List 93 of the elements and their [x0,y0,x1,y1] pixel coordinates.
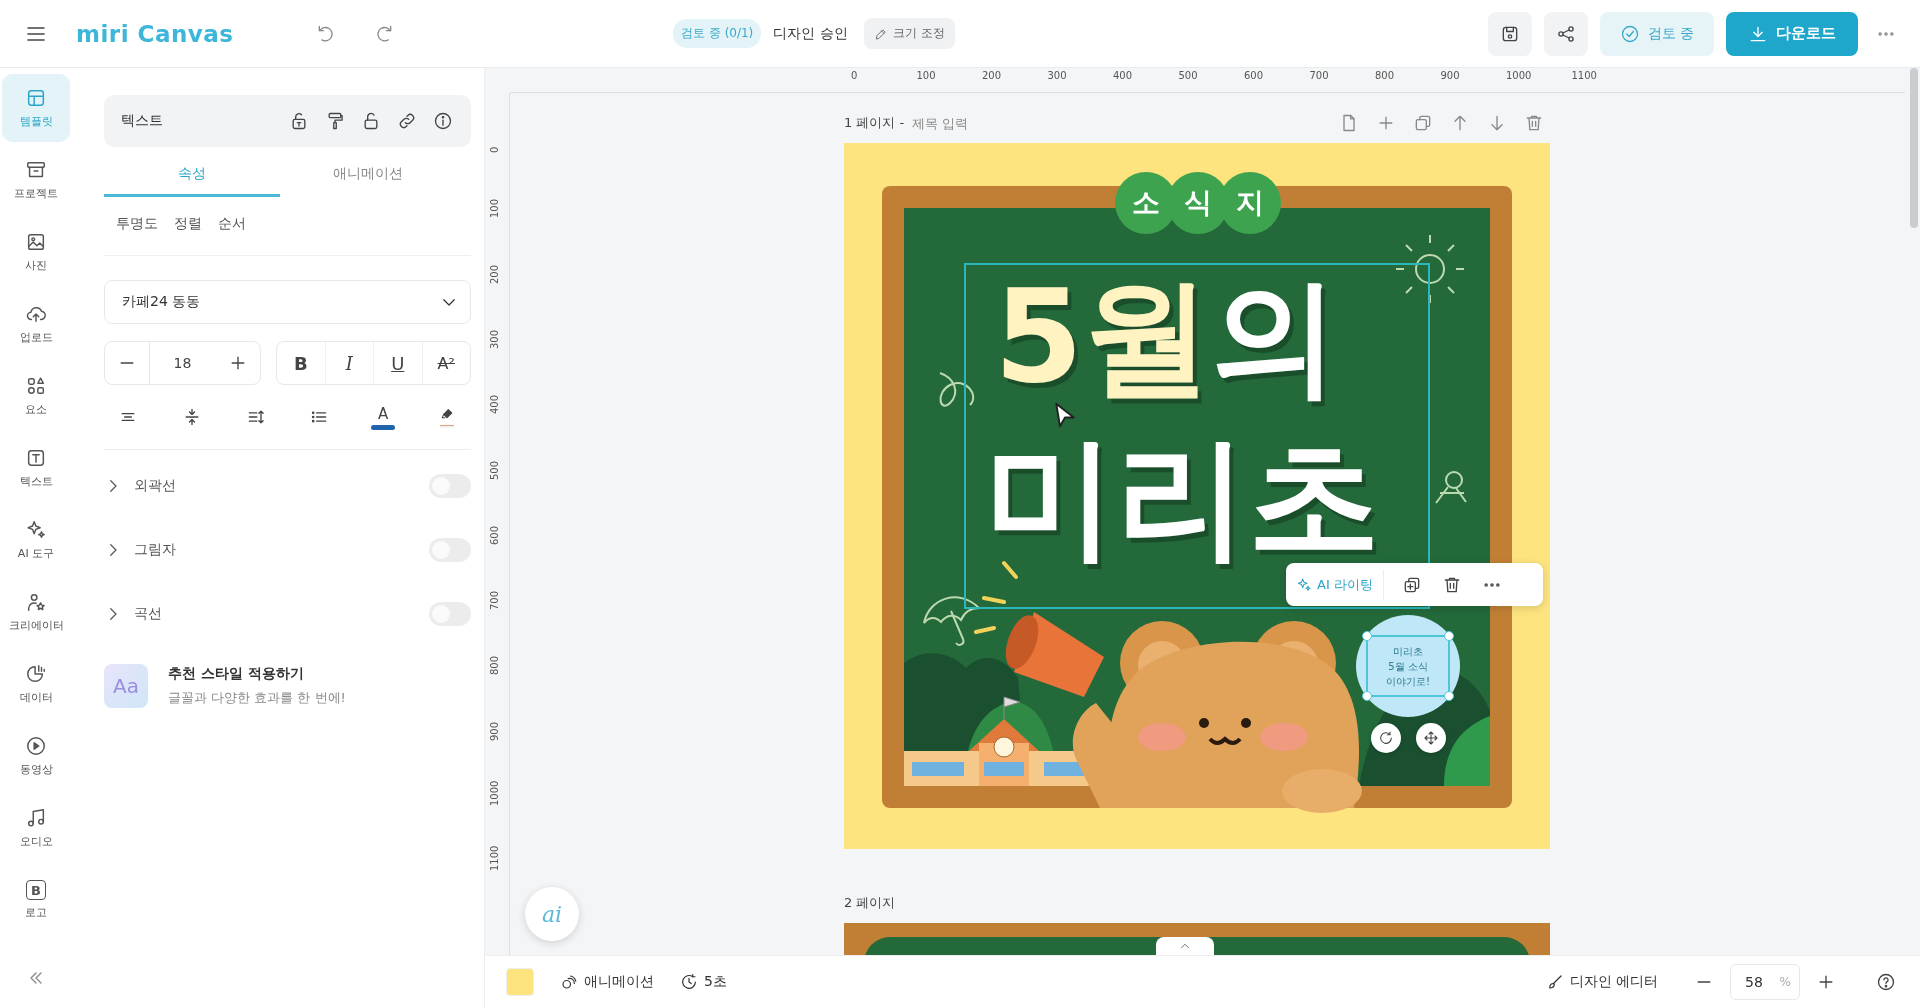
review-status-badge: 검토 중 (0/1) [673,19,762,48]
image-icon [25,231,47,253]
recommend-description: 글꼴과 다양한 효과를 한 번에! [168,689,346,707]
animation-button[interactable]: 애니메이션 [560,973,654,991]
rail-item[interactable]: 요소 [2,362,70,430]
sun-doodle-drawing [1395,234,1465,304]
ruler-label: 300 [1047,70,1067,81]
resize-button[interactable]: 크기 조정 [863,18,955,49]
doodle-drawing [1435,471,1467,504]
resize-handle[interactable] [1444,691,1454,701]
ruler-label: 500 [489,460,500,480]
rail-item[interactable]: 크리에이터 [2,578,70,646]
ruler-label: 800 [489,656,500,676]
page-label: 2 페이지 [844,894,896,912]
rail-item[interactable]: AI 도구 [2,506,70,574]
ruler-label: 1000 [489,780,500,806]
scrollbar-thumb[interactable] [1910,68,1918,228]
ruler-label: 100 [916,70,936,81]
duration-button[interactable]: 5초 [680,973,727,991]
effect-expander[interactable]: 외곽선 [104,477,176,495]
effect-expander[interactable]: 그림자 [104,541,176,559]
clock-icon [680,973,698,991]
rail-item[interactable]: 텍스트 [2,434,70,502]
format-button[interactable]: U [373,342,422,384]
selection-box[interactable] [964,263,1430,609]
element-type-label: 텍스트 [121,112,163,130]
ruler-label: 600 [1244,70,1264,81]
subtab-button[interactable]: 투명도 [116,211,158,237]
rail-item[interactable]: 동영상 [2,722,70,790]
ruler-label: 700 [1309,70,1329,81]
ruler-label: 700 [489,591,500,611]
layout-icon [25,87,47,109]
page-label: 1 페이지 - [844,114,905,132]
music-note-icon [25,807,47,829]
pie-chart-icon [25,663,47,685]
resize-handle[interactable] [1362,691,1372,701]
resize-handle[interactable] [1444,631,1454,641]
ruler-label: 200 [489,264,500,284]
shapes-icon [25,375,47,397]
subtab-button[interactable]: 정렬 [174,211,202,237]
sparkle-icon [25,519,47,541]
ruler-label: 400 [489,395,500,415]
font-size-stepper[interactable]: 18 [104,341,261,385]
person-star-icon [25,591,47,613]
format-button[interactable]: I [324,342,373,384]
ruler-label: 1100 [489,845,500,872]
animation-icon [560,973,578,991]
ruler-label: 600 [489,525,500,545]
resize-handle[interactable] [1362,631,1372,641]
expand-tab[interactable] [1156,937,1214,955]
ruler-label: 900 [1440,70,1460,81]
rail-item[interactable]: 프로젝트 [2,146,70,214]
ruler-label: 100 [489,199,500,219]
ruler-label: 0 [489,146,500,153]
bubble-text: 미리초 5월 소식 이야기로! [1386,644,1430,689]
ruler-label: 400 [1113,70,1133,81]
rail-item[interactable]: 데이터 [2,650,70,718]
text-color-button[interactable]: A [367,401,400,433]
rail-item[interactable]: B 로고 [2,866,70,934]
recommend-title[interactable]: 추천 스타일 적용하기 [168,665,346,683]
play-icon [25,735,47,757]
rail-item[interactable]: 오디오 [2,794,70,862]
subtab-button[interactable]: 순서 [218,211,246,237]
check-circle-icon [1619,23,1640,44]
page-title-field[interactable]: 제목 입력 [910,114,1031,132]
rail-item[interactable]: 업로드 [2,290,70,358]
ruler-label: 1000 [1506,70,1532,81]
font-dropdown[interactable]: 카페24 동동 [104,280,471,324]
sparkle-icon [1296,576,1312,593]
umbrella-doodle-drawing [923,596,980,646]
format-button[interactable]: A² [421,342,470,384]
share-icon[interactable] [1543,11,1588,56]
ruler-label: 1100 [1571,70,1597,81]
ruler-label: 900 [489,721,500,741]
approval-label: 디자인 승인 [773,24,848,43]
doodle-drawing [939,372,975,407]
ruler-label: 500 [1178,70,1198,81]
ruler-label: 0 [851,70,858,81]
ruler-label: 800 [1375,70,1395,81]
text-icon [25,447,47,469]
panel-tab[interactable]: 애니메이션 [280,153,456,197]
letter-b-icon: B [26,880,46,900]
ruler-label: 200 [982,70,1002,81]
font-size-field[interactable]: 18 [149,342,216,384]
zoom-field[interactable]: 58 % [1730,964,1800,1000]
save-icon[interactable] [1487,11,1532,56]
pencil-icon [873,26,888,41]
rail-item[interactable]: 사진 [2,218,70,286]
background-color-swatch[interactable] [506,968,534,996]
design-editor-button[interactable]: 디자인 에디터 [1545,973,1658,991]
ruler-label: 300 [489,329,500,349]
effect-expander[interactable]: 곡선 [104,605,162,623]
format-button[interactable]: B [277,342,325,384]
